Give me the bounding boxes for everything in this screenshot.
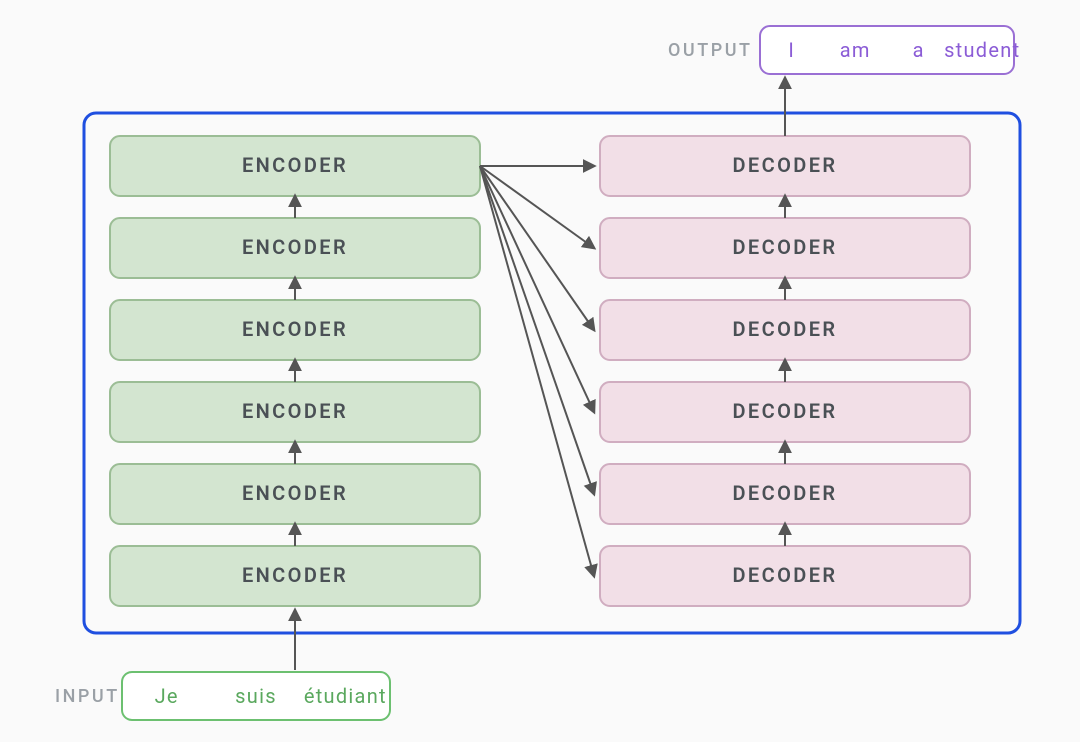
encoder-label: ENCODER	[242, 317, 348, 341]
encoder-label: ENCODER	[242, 481, 348, 505]
enc-to-dec-arrow	[480, 166, 594, 576]
encoder-label: ENCODER	[242, 153, 348, 177]
decoder-label: DECODER	[733, 153, 838, 177]
enc-to-dec-arrow	[480, 166, 594, 248]
output-label: OUTPUT	[668, 40, 753, 61]
decoder-label: DECODER	[733, 399, 838, 423]
output-token: am	[840, 38, 871, 62]
encoder-label: ENCODER	[242, 563, 348, 587]
input-token: suis	[235, 684, 277, 708]
input-label: INPUT	[55, 686, 120, 707]
input-token: étudiant	[304, 684, 387, 708]
enc-to-dec-arrow	[480, 166, 594, 330]
encoder-label: ENCODER	[242, 235, 348, 259]
decoder-label: DECODER	[733, 563, 838, 587]
input-token: Je	[155, 684, 179, 708]
decoder-label: DECODER	[733, 481, 838, 505]
output-token: student	[944, 38, 1020, 62]
enc-to-dec-arrow	[480, 166, 594, 494]
decoder-label: DECODER	[733, 317, 838, 341]
enc-to-dec-arrow	[480, 166, 594, 412]
output-token: a	[913, 38, 925, 62]
encoder-label: ENCODER	[242, 399, 348, 423]
output-token: I	[788, 38, 795, 62]
decoder-label: DECODER	[733, 235, 838, 259]
transformer-diagram: ENCODER ENCODER ENCODER ENCODER ENCODER ENCOD…	[0, 0, 1080, 738]
